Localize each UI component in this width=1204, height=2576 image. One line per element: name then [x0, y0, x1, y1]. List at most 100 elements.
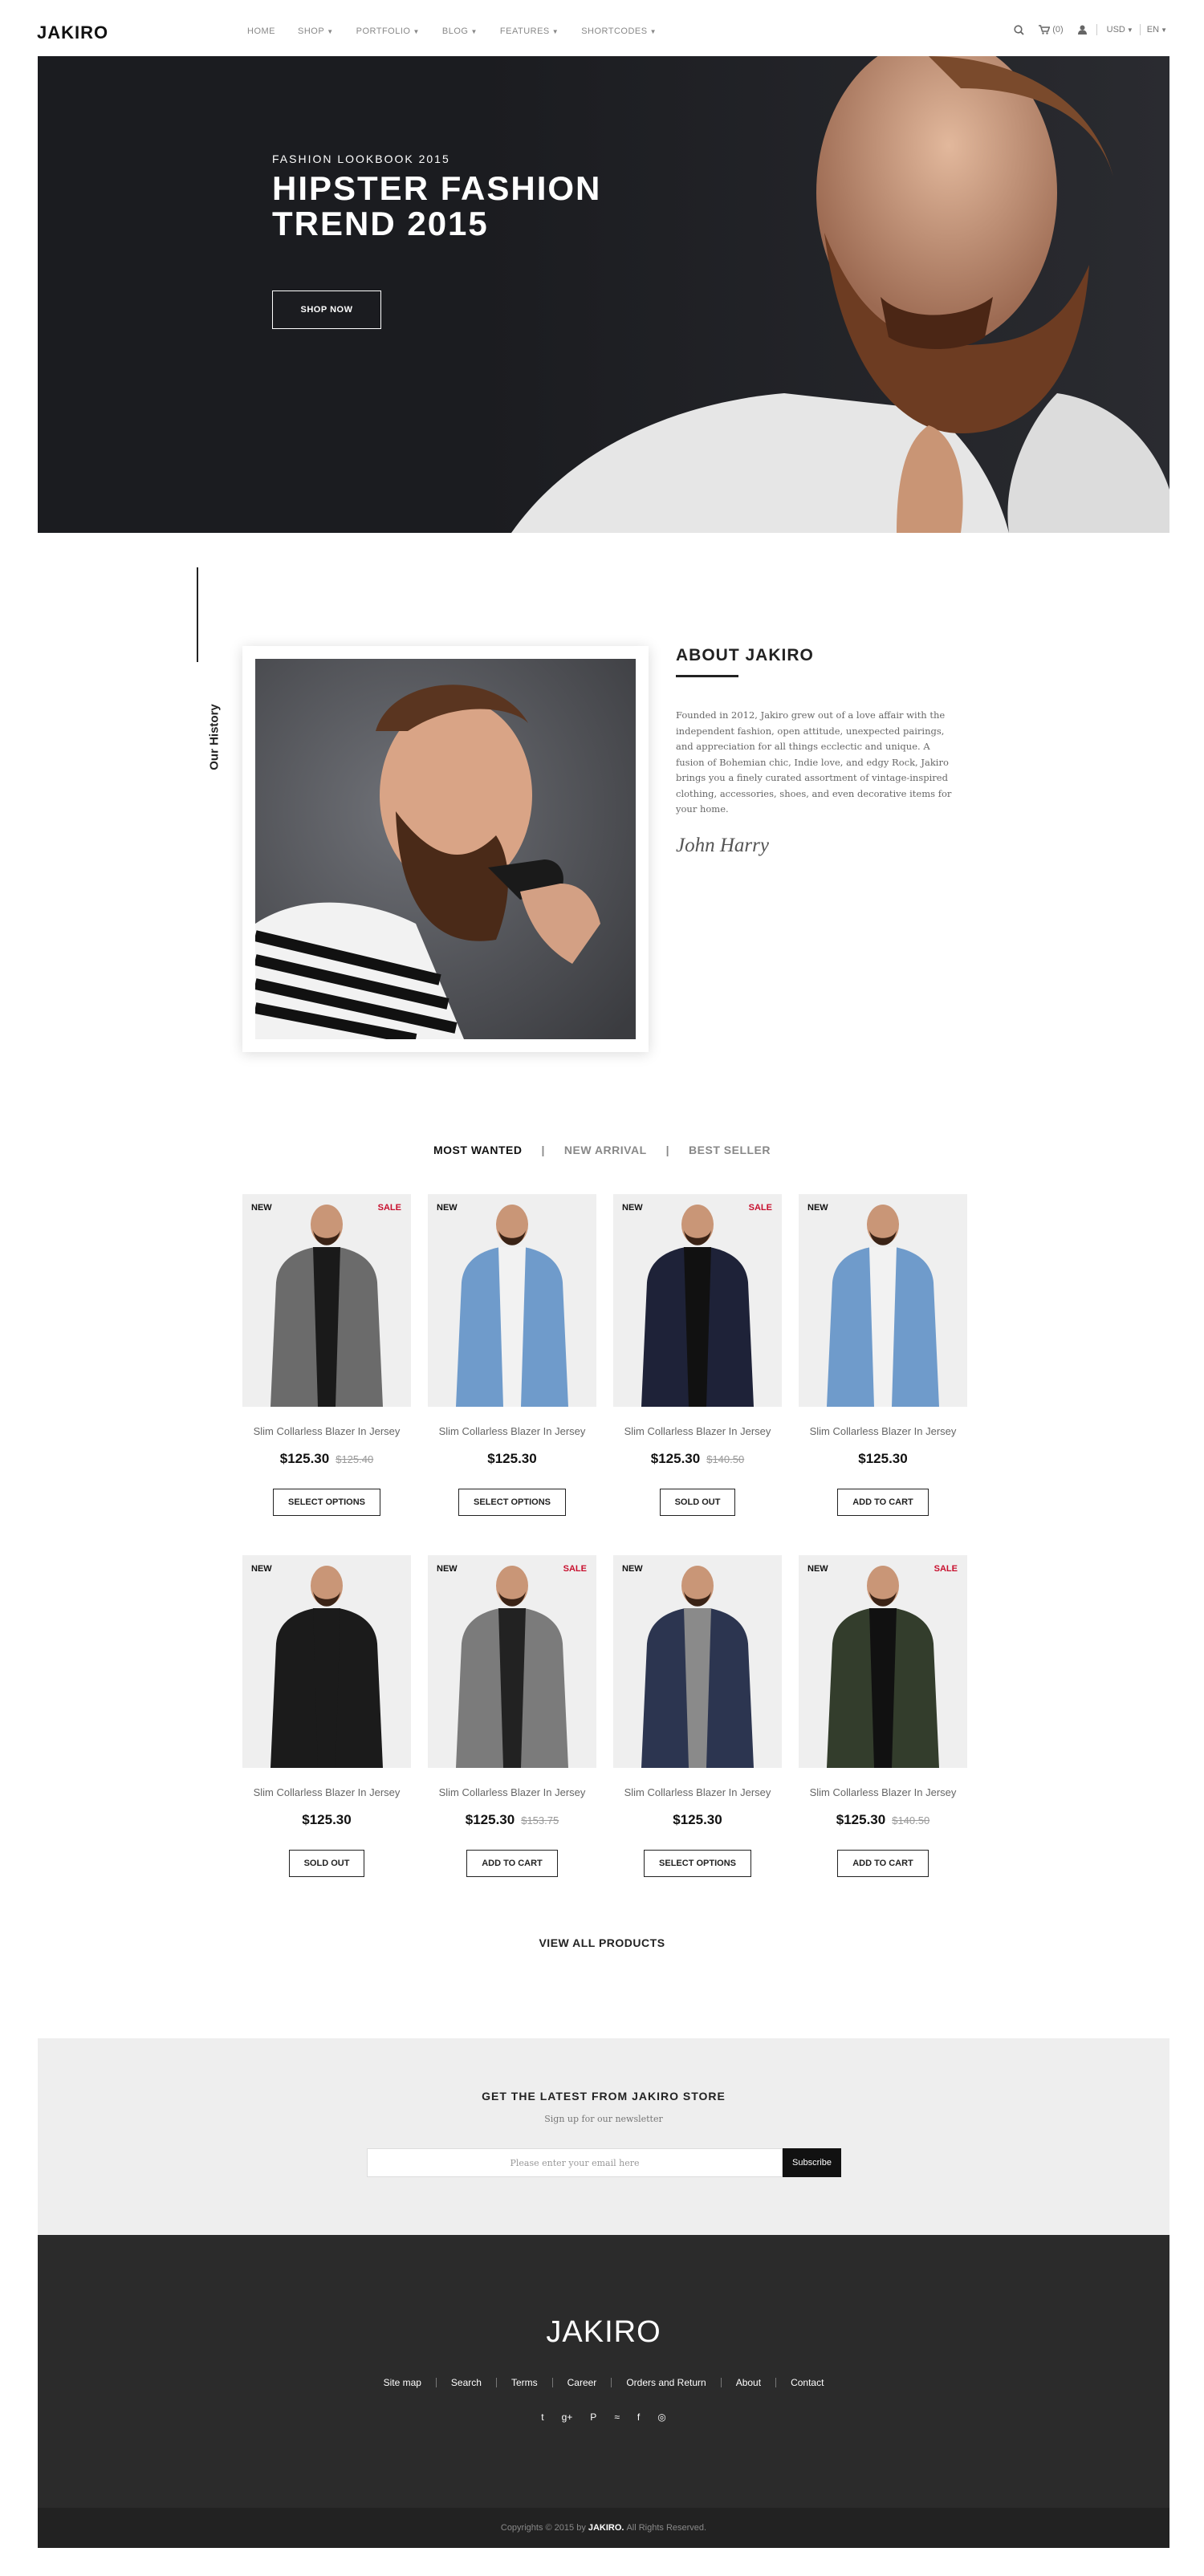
product-price: $125.30 — [487, 1451, 537, 1466]
newsletter-title: GET THE LATEST FROM JAKIRO STORE — [482, 2090, 726, 2103]
user-icon[interactable] — [1077, 25, 1087, 35]
product-card[interactable]: NEW SALE Slim Collarless Blazer In Jersey $… — [242, 1194, 411, 1516]
dribbble-icon[interactable]: ◎ — [657, 2411, 665, 2423]
currency-label: USD — [1106, 25, 1125, 35]
sale-badge: SALE — [934, 1564, 958, 1574]
product-photo — [799, 1555, 967, 1768]
product-action-button[interactable]: SELECT OPTIONS — [458, 1489, 566, 1516]
product-name[interactable]: Slim Collarless Blazer In Jersey — [242, 1425, 411, 1437]
footer-link-site-map[interactable]: Site map — [384, 2377, 421, 2388]
nav-label: HOME — [247, 26, 275, 36]
product-image[interactable]: NEW — [242, 1555, 411, 1768]
footer-link-orders[interactable]: Orders and Return — [626, 2377, 706, 2388]
product-card[interactable]: NEW Slim Collarless Blazer In Jersey $125.… — [613, 1555, 782, 1877]
footer-logo[interactable]: JAKIRO — [38, 2315, 1169, 2350]
product-image[interactable]: NEW SALE — [428, 1555, 596, 1768]
subscribe-button[interactable]: Subscribe — [783, 2148, 841, 2177]
nav-label: SHORTCODES — [581, 26, 648, 36]
new-badge: NEW — [807, 1564, 828, 1574]
product-card[interactable]: NEW Slim Collarless Blazer In Jersey $125.… — [428, 1194, 596, 1516]
product-photo — [613, 1555, 782, 1768]
product-name[interactable]: Slim Collarless Blazer In Jersey — [428, 1425, 596, 1437]
product-action-button[interactable]: SOLD OUT — [659, 1489, 736, 1516]
product-old-price: $140.50 — [892, 1814, 930, 1826]
product-action-button[interactable]: ADD TO CART — [466, 1850, 558, 1877]
facebook-icon[interactable]: f — [637, 2411, 640, 2423]
product-image[interactable]: NEW — [428, 1194, 596, 1407]
view-all-label[interactable]: VIEW ALL PRODUCTS — [539, 1936, 665, 1949]
about-image-frame — [242, 646, 649, 1052]
hero-title: HIPSTER FASHION TREND 2015 — [272, 169, 602, 242]
header-tools: (0) USD ▼ EN ▼ — [1014, 24, 1167, 35]
cart-button[interactable]: (0) — [1039, 25, 1064, 35]
link-divider — [435, 2378, 437, 2387]
product-card[interactable]: NEW SALE Slim Collarless Blazer In Jersey $… — [613, 1194, 782, 1516]
product-name[interactable]: Slim Collarless Blazer In Jersey — [242, 1786, 411, 1798]
product-action-button[interactable]: ADD TO CART — [837, 1850, 929, 1877]
tab-most-wanted[interactable]: MOST WANTED — [433, 1144, 523, 1156]
search-icon[interactable] — [1014, 24, 1024, 35]
shop-now-button[interactable]: SHOP NOW — [272, 291, 381, 329]
product-name[interactable]: Slim Collarless Blazer In Jersey — [613, 1425, 782, 1437]
footer-link-career[interactable]: Career — [567, 2377, 597, 2388]
history-divider — [197, 567, 198, 662]
hero-model-image — [479, 56, 1169, 533]
site-logo[interactable]: JAKIRO — [37, 22, 108, 43]
pinterest-icon[interactable]: P — [590, 2411, 596, 2423]
new-badge: NEW — [622, 1203, 643, 1213]
nav-portfolio[interactable]: PORTFOLIO ▼ — [356, 26, 420, 36]
product-name[interactable]: Slim Collarless Blazer In Jersey — [799, 1425, 967, 1437]
chevron-down-icon: ▼ — [1126, 26, 1133, 34]
product-action-button[interactable]: SELECT OPTIONS — [644, 1850, 751, 1877]
product-price: $125.30 — [302, 1812, 352, 1827]
new-badge: NEW — [251, 1564, 272, 1574]
footer-link-about[interactable]: About — [736, 2377, 761, 2388]
rss-icon[interactable]: ≈ — [614, 2411, 620, 2423]
product-name[interactable]: Slim Collarless Blazer In Jersey — [428, 1786, 596, 1798]
nav-features[interactable]: FEATURES ▼ — [500, 26, 559, 36]
language-select[interactable]: EN ▼ — [1147, 25, 1167, 35]
language-label: EN — [1146, 25, 1160, 35]
nav-shop[interactable]: SHOP ▼ — [298, 26, 334, 36]
footer-link-contact[interactable]: Contact — [791, 2377, 824, 2388]
email-input[interactable]: Please enter your email here — [367, 2148, 783, 2177]
product-card[interactable]: NEW Slim Collarless Blazer In Jersey $125.… — [242, 1555, 411, 1877]
product-image[interactable]: NEW — [799, 1194, 967, 1407]
product-action-button[interactable]: SELECT OPTIONS — [273, 1489, 380, 1516]
google-plus-icon[interactable]: g+ — [562, 2411, 573, 2423]
nav-home[interactable]: HOME — [247, 26, 275, 36]
chevron-down-icon: ▼ — [413, 27, 420, 35]
product-card[interactable]: NEW SALE Slim Collarless Blazer In Jersey $… — [428, 1555, 596, 1877]
divider — [1096, 24, 1097, 35]
product-old-price: $153.75 — [521, 1814, 559, 1826]
product-action-button[interactable]: SOLD OUT — [288, 1850, 365, 1877]
nav-blog[interactable]: BLOG ▼ — [442, 26, 478, 36]
product-image[interactable]: NEW SALE — [799, 1555, 967, 1768]
tab-divider: | — [541, 1144, 545, 1156]
product-image[interactable]: NEW SALE — [613, 1194, 782, 1407]
product-image[interactable]: NEW — [613, 1555, 782, 1768]
nav-label: PORTFOLIO — [356, 26, 411, 36]
tab-new-arrival[interactable]: NEW ARRIVAL — [564, 1144, 647, 1156]
about-title: ABOUT JAKIRO — [676, 646, 814, 664]
new-badge: NEW — [437, 1564, 458, 1574]
copyright-suffix: All Rights Reserved. — [626, 2523, 707, 2533]
tab-best-seller[interactable]: BEST SELLER — [689, 1144, 771, 1156]
product-price-row: $125.30 — [799, 1451, 967, 1467]
twitter-icon[interactable]: t — [541, 2411, 543, 2423]
footer-link-terms[interactable]: Terms — [511, 2377, 538, 2388]
product-name[interactable]: Slim Collarless Blazer In Jersey — [799, 1786, 967, 1798]
product-card[interactable]: NEW SALE Slim Collarless Blazer In Jersey $… — [799, 1555, 967, 1877]
product-action-button[interactable]: ADD TO CART — [837, 1489, 929, 1516]
divider — [1139, 24, 1141, 35]
link-divider — [551, 2378, 553, 2387]
footer-link-search[interactable]: Search — [451, 2377, 482, 2388]
hero-kicker: FASHION LOOKBOOK 2015 — [272, 152, 450, 165]
product-card[interactable]: NEW Slim Collarless Blazer In Jersey $125.… — [799, 1194, 967, 1516]
product-image[interactable]: NEW SALE — [242, 1194, 411, 1407]
currency-select[interactable]: USD ▼ — [1107, 25, 1133, 35]
sale-badge: SALE — [377, 1203, 401, 1213]
new-badge: NEW — [622, 1564, 643, 1574]
product-name[interactable]: Slim Collarless Blazer In Jersey — [613, 1786, 782, 1798]
nav-shortcodes[interactable]: SHORTCODES ▼ — [581, 26, 657, 36]
